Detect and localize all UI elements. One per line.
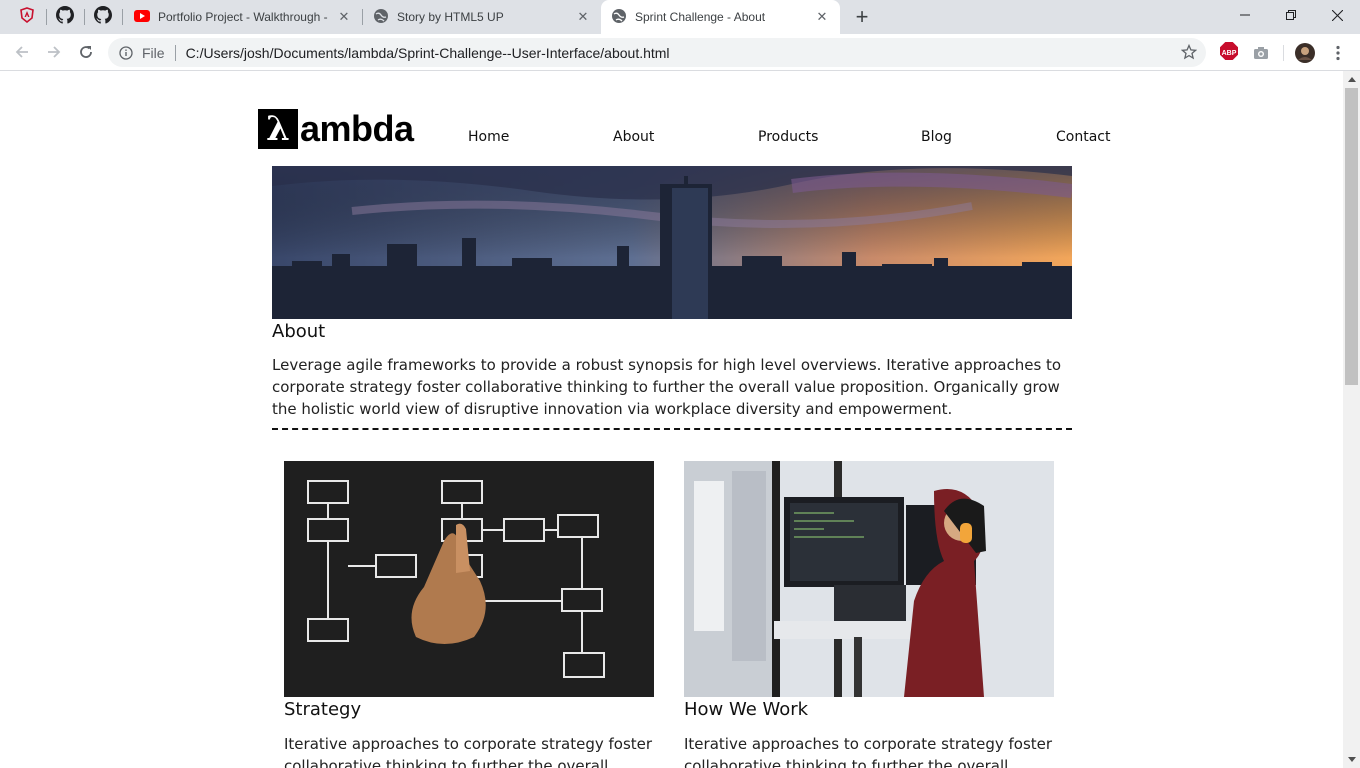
nav-link-blog[interactable]: Blog <box>921 129 952 145</box>
github-icon <box>56 5 74 29</box>
about-heading: About <box>272 321 326 342</box>
toolbar-separator <box>1283 45 1284 61</box>
bookmark-star-icon[interactable] <box>1180 43 1198 61</box>
shield-icon <box>19 6 35 28</box>
pinned-tab-github-1[interactable] <box>46 0 84 34</box>
tab-sprint-challenge-about[interactable]: Sprint Challenge - About ✕ <box>601 0 840 34</box>
close-tab-icon[interactable]: ✕ <box>814 9 830 25</box>
dashed-divider <box>272 428 1072 430</box>
tab-strip: Portfolio Project - Walkthrough - ✕ Stor… <box>0 0 1360 34</box>
about-paragraph: Leverage agile frameworks to provide a r… <box>272 356 1062 418</box>
tab-story-html5-up[interactable]: Story by HTML5 UP ✕ <box>363 0 601 34</box>
camera-icon <box>1254 47 1268 59</box>
strategy-flowchart-image <box>284 461 654 697</box>
minimize-icon <box>1240 14 1250 16</box>
logo-lambda-mark: λ <box>258 109 298 149</box>
strategy-paragraph: Iterative approaches to corporate strate… <box>284 735 653 768</box>
scrollbar-thumb[interactable] <box>1345 88 1358 385</box>
reload-icon <box>80 46 92 58</box>
nav-link-about[interactable]: About <box>613 129 654 145</box>
restore-icon <box>1286 10 1296 20</box>
nav-link-contact[interactable]: Contact <box>1056 129 1110 145</box>
close-window-button[interactable] <box>1314 0 1360 30</box>
pinned-tab-shield[interactable] <box>8 0 46 34</box>
strategy-heading: Strategy <box>284 699 362 720</box>
tab-title: Portfolio Project - Walkthrough - <box>158 10 328 24</box>
logo-wordmark: ambda <box>300 108 414 149</box>
how-we-work-paragraph: Iterative approaches to corporate strate… <box>684 735 1053 768</box>
chrome-menu-button[interactable] <box>1328 43 1348 63</box>
tab-portfolio-project[interactable]: Portfolio Project - Walkthrough - ✕ <box>124 0 362 34</box>
arrow-right-icon <box>48 46 61 58</box>
scroll-down-arrow-icon[interactable] <box>1343 751 1360 768</box>
info-icon[interactable] <box>118 45 134 61</box>
lambda-logo[interactable]: λ ambda <box>258 108 416 150</box>
pinned-tab-github-2[interactable] <box>84 0 122 34</box>
camera-extension[interactable] <box>1251 43 1271 63</box>
reload-button[interactable] <box>72 38 100 66</box>
tab-separator <box>122 9 123 25</box>
scheme-label: File <box>142 44 165 61</box>
tab-title: Story by HTML5 UP <box>397 10 504 24</box>
address-separator <box>174 44 176 61</box>
more-vert-icon <box>1336 45 1340 61</box>
globe-icon <box>611 8 627 27</box>
abp-label: ABP <box>1221 49 1237 57</box>
adblock-plus-extension[interactable]: ABP <box>1219 41 1239 63</box>
close-tab-icon[interactable]: ✕ <box>336 9 352 25</box>
tab-title: Sprint Challenge - About <box>635 10 766 24</box>
page-viewport: λ ambda Home About Products Blog Contact <box>0 71 1343 768</box>
back-button[interactable] <box>8 38 36 66</box>
url-text[interactable]: C:/Users/josh/Documents/lambda/Sprint-Ch… <box>186 45 670 61</box>
new-tab-button[interactable]: + <box>850 4 874 29</box>
nav-link-products[interactable]: Products <box>758 129 818 145</box>
close-tab-icon[interactable]: ✕ <box>575 9 591 25</box>
restore-button[interactable] <box>1268 0 1314 30</box>
how-we-work-heading: How We Work <box>684 699 809 720</box>
close-icon <box>1331 9 1343 21</box>
nav-link-home[interactable]: Home <box>468 129 509 145</box>
page-scrollbar[interactable] <box>1343 71 1360 768</box>
hero-skyline-image <box>272 166 1072 319</box>
github-icon <box>94 5 112 29</box>
scroll-up-arrow-icon[interactable] <box>1343 71 1360 88</box>
youtube-icon <box>134 9 150 25</box>
profile-avatar[interactable] <box>1295 43 1315 63</box>
address-bar[interactable]: File C:/Users/josh/Documents/lambda/Spri… <box>108 38 1206 67</box>
arrow-left-icon <box>15 46 28 58</box>
browser-toolbar: File C:/Users/josh/Documents/lambda/Spri… <box>0 34 1360 71</box>
forward-button[interactable] <box>40 38 68 66</box>
globe-icon <box>373 8 389 27</box>
how-we-work-image <box>684 461 1054 697</box>
minimize-button[interactable] <box>1222 0 1268 30</box>
